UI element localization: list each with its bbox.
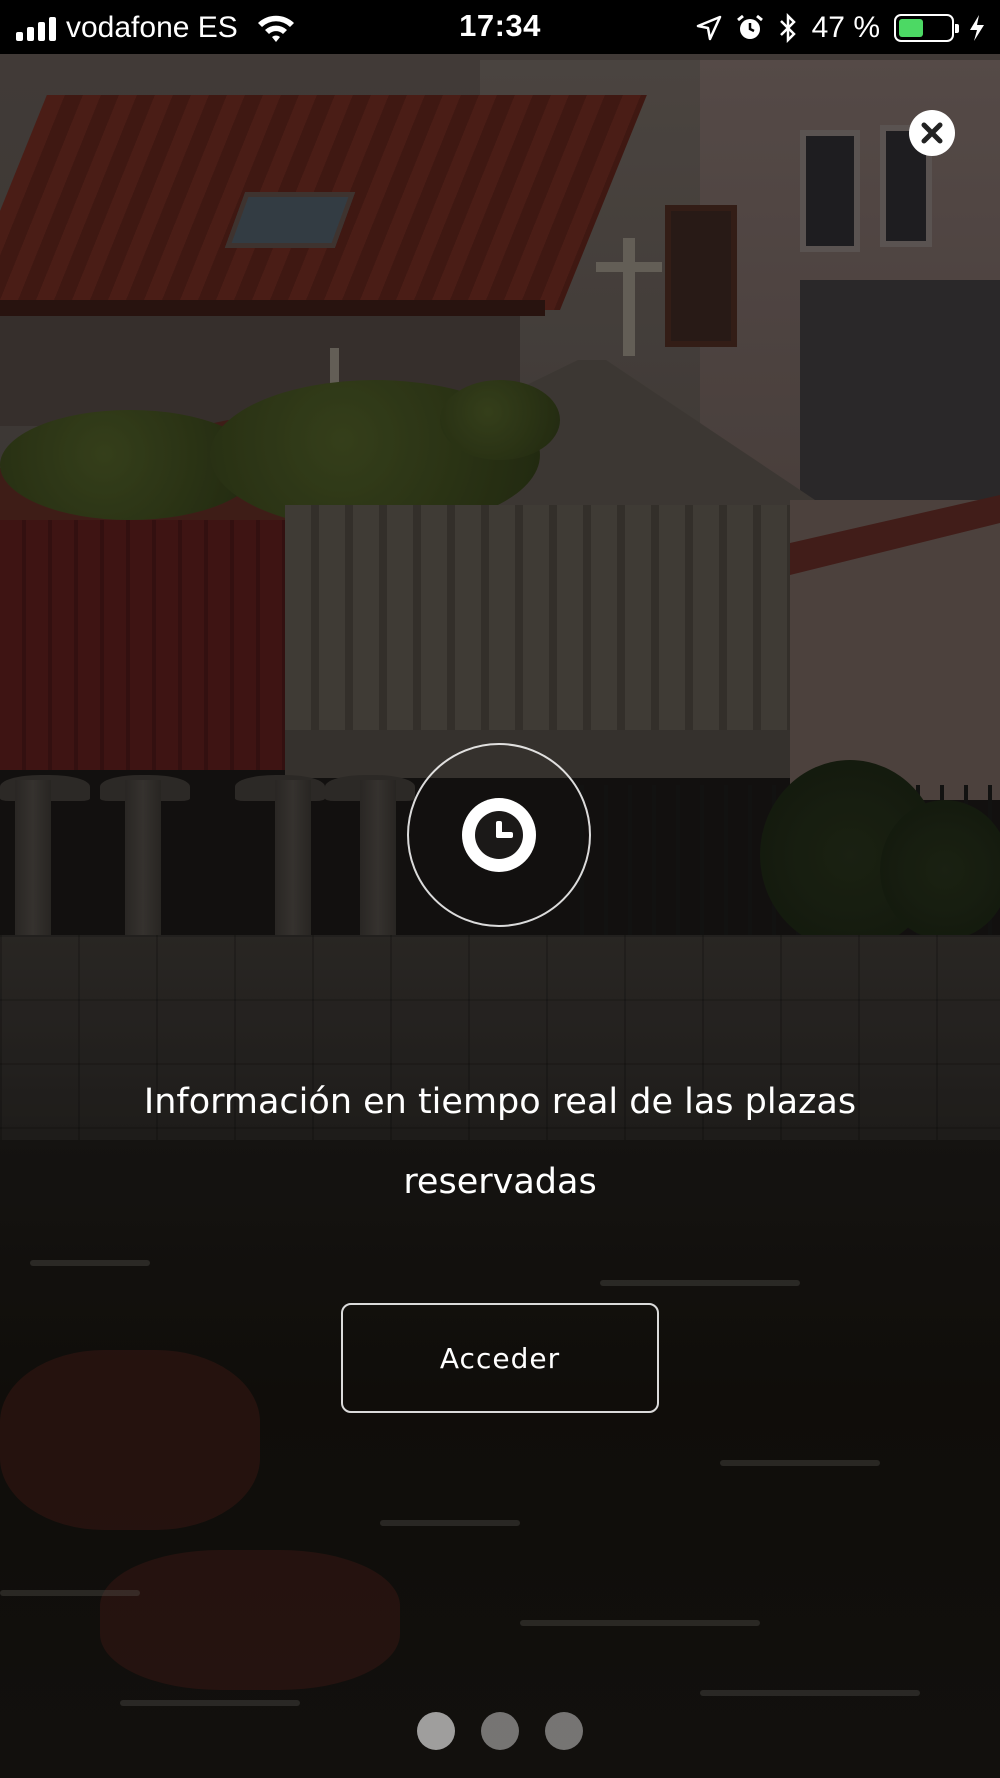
alarm-icon [736, 14, 763, 39]
page-indicator [0, 1712, 1000, 1750]
location-arrow-icon [696, 15, 721, 41]
page-dot-3[interactable] [545, 1712, 583, 1750]
battery-level-fill [899, 19, 923, 37]
status-bar: vodafone ES 17:34 47 % [0, 0, 1000, 54]
battery-percent: 47 % [811, 11, 880, 44]
clock-icon [462, 798, 536, 872]
onboarding-screen: vodafone ES 17:34 47 % Información en ti… [0, 0, 1000, 1778]
bluetooth-icon [779, 13, 796, 43]
feature-icon-ring [407, 743, 591, 927]
page-dot-1[interactable] [417, 1712, 455, 1750]
battery-icon [894, 14, 959, 42]
close-icon [921, 122, 943, 144]
access-button[interactable]: Acceder [341, 1303, 659, 1413]
charging-bolt-icon [970, 15, 984, 41]
page-dot-2[interactable] [481, 1712, 519, 1750]
close-button[interactable] [909, 110, 955, 156]
feature-description: Información en tiempo real de las plazas… [143, 1082, 857, 1202]
